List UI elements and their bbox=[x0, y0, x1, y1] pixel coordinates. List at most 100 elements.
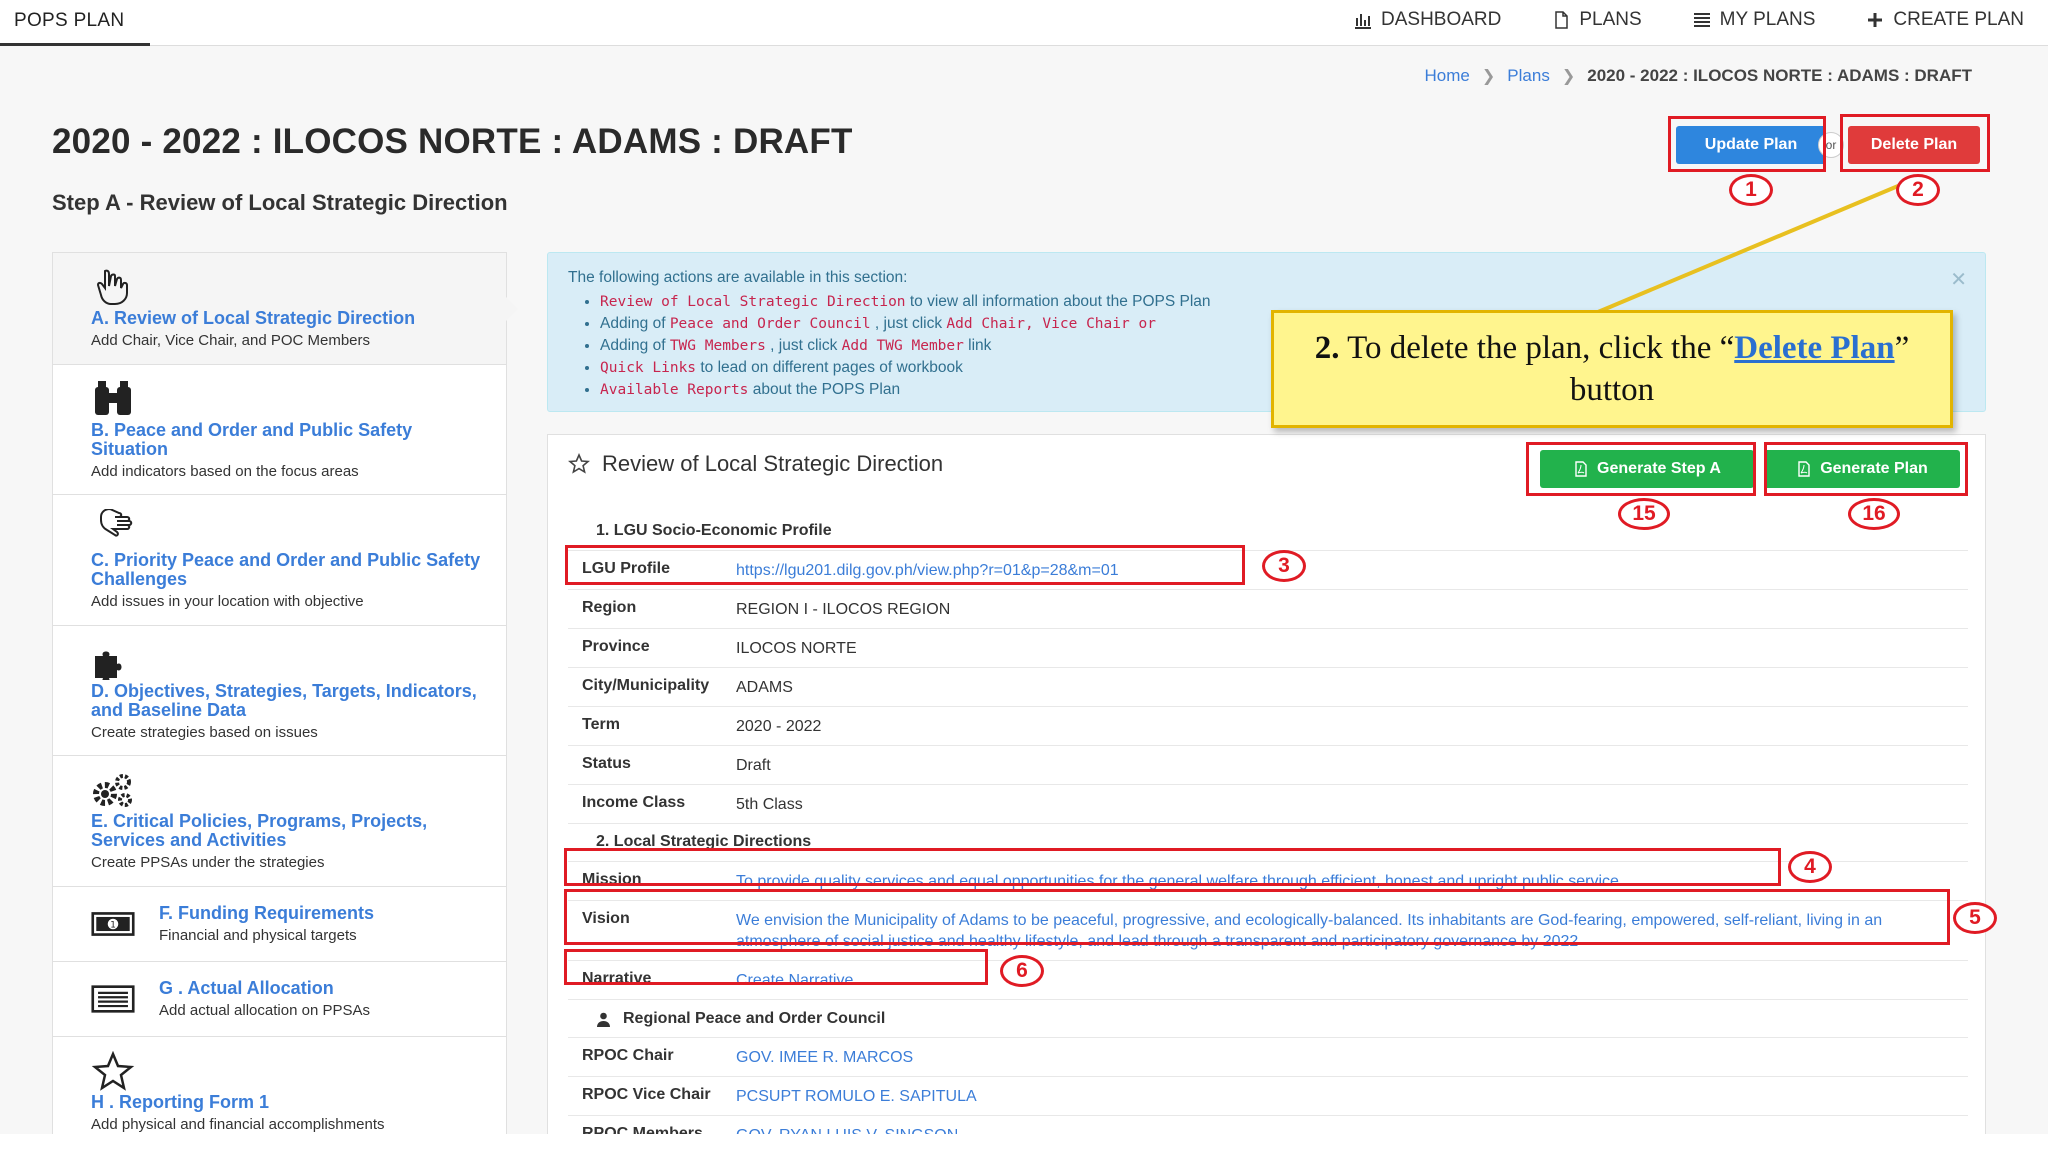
review-panel: Review of Local Strategic Direction 1. L… bbox=[547, 434, 1986, 1134]
row-value-link[interactable]: GOV. RYAN LUIS V. SINGSON bbox=[736, 1125, 1968, 1134]
alert-code: Add TWG Member bbox=[841, 338, 964, 354]
table-row: RPOC Chair GOV. IMEE R. MARCOS bbox=[568, 1038, 1968, 1077]
sidebar-item-step-e[interactable]: E. Critical Policies, Programs, Projects… bbox=[53, 756, 506, 887]
step-title: Step A - Review of Local Strategic Direc… bbox=[52, 190, 508, 215]
table-row: Province ILOCOS NORTE bbox=[568, 629, 1968, 668]
annotation-number: 1 bbox=[1729, 174, 1773, 206]
nav-plans[interactable]: PLANS bbox=[1551, 9, 1642, 31]
sidebar-item-title: B. Peace and Order and Public Safety Sit… bbox=[91, 420, 413, 459]
annotation-number: 15 bbox=[1618, 498, 1670, 530]
row-label: RPOC Vice Chair bbox=[582, 1086, 711, 1103]
annotation-number: 4 bbox=[1788, 851, 1832, 883]
step-sidebar: A. Review of Local Strategic Direction A… bbox=[52, 252, 518, 1134]
annotation-box-lgu-profile bbox=[565, 545, 1245, 585]
row-label: Income Class bbox=[582, 794, 686, 811]
alert-code: Review of Local Strategic Direction bbox=[600, 294, 906, 310]
plus-icon bbox=[1868, 13, 1883, 27]
sidebar-item-subtitle: Add Chair, Vice Chair, and POC Members bbox=[91, 332, 371, 349]
sidebar-item-title: G . Actual Allocation bbox=[159, 978, 334, 998]
page-title: 2020 - 2022 : ILOCOS NORTE : ADAMS : DRA… bbox=[52, 122, 853, 161]
instruction-callout: 2. To delete the plan, click the “Delete… bbox=[1271, 310, 1953, 428]
file-icon bbox=[1555, 11, 1569, 29]
row-value-link[interactable]: GOV. IMEE R. MARCOS bbox=[736, 1047, 1968, 1068]
sidebar-item-text: F. Funding Requirements Financial and ph… bbox=[159, 903, 375, 945]
row-value: REGION I - ILOCOS REGION bbox=[736, 601, 951, 618]
brand-active-indicator bbox=[0, 43, 150, 46]
binoculars-icon bbox=[95, 381, 131, 415]
sidebar-item-step-h[interactable]: H . Reporting Form 1 Add physical and fi… bbox=[53, 1037, 506, 1134]
top-navbar: POPS PLAN DASHBOARD PLANS MY PLANS CREAT… bbox=[0, 0, 2048, 46]
breadcrumb-home[interactable]: Home bbox=[1425, 66, 1470, 86]
alert-code: Peace and Order Council bbox=[669, 316, 871, 332]
close-icon[interactable]: ✕ bbox=[1950, 267, 1967, 292]
alert-text: to view all information about the POPS P… bbox=[905, 293, 1211, 310]
sidebar-item-subtitle: Create PPSAs under the strategies bbox=[91, 854, 325, 871]
alert-code: Quick Links bbox=[600, 360, 697, 376]
sidebar-item-title: C. Priority Peace and Order and Public S… bbox=[91, 550, 481, 589]
sidebar-item-step-f[interactable]: 1 F. Funding Requirements Financial and … bbox=[53, 887, 506, 962]
sidebar-item-subtitle: Add physical and financial accomplishmen… bbox=[91, 1116, 385, 1133]
list-icon bbox=[1693, 13, 1710, 27]
svg-text:1: 1 bbox=[110, 921, 116, 931]
chevron-right-icon: ❯ bbox=[1561, 68, 1576, 85]
table-row: Income Class 5th Class bbox=[568, 785, 1968, 824]
annotation-number: 3 bbox=[1262, 550, 1306, 582]
brand-logo[interactable]: POPS PLAN bbox=[14, 10, 124, 32]
sidebar-item-step-c[interactable]: C. Priority Peace and Order and Public S… bbox=[53, 495, 506, 626]
row-value: 5th Class bbox=[736, 796, 803, 813]
row-value: Draft bbox=[736, 757, 771, 774]
table-row: Region REGION I - ILOCOS REGION bbox=[568, 590, 1968, 629]
hand-paper-icon bbox=[100, 509, 133, 537]
table-row: City/Municipality ADAMS bbox=[568, 668, 1968, 707]
star-icon bbox=[91, 1051, 135, 1091]
panel-title: Review of Local Strategic Direction bbox=[602, 451, 944, 476]
bar-chart-icon bbox=[1355, 14, 1371, 29]
breadcrumb: Home ❯ Plans ❯ 2020 - 2022 : ILOCOS NORT… bbox=[1425, 66, 1972, 86]
annotation-box-delete bbox=[1840, 114, 1990, 172]
alert-code: Available Reports bbox=[600, 382, 749, 398]
sidebar-item-title: F. Funding Requirements bbox=[159, 903, 375, 923]
panel-header: Review of Local Strategic Direction bbox=[568, 451, 943, 477]
alert-text: about the POPS Plan bbox=[748, 381, 901, 398]
alert-text: Adding of bbox=[600, 337, 670, 354]
nav-dashboard-label: DASHBOARD bbox=[1381, 9, 1502, 30]
active-indicator-arrow bbox=[506, 297, 518, 321]
section-header: Regional Peace and Order Council bbox=[568, 1000, 1968, 1038]
money-icon: 1 bbox=[91, 912, 135, 936]
row-label: Region bbox=[582, 599, 637, 616]
nav-links: DASHBOARD PLANS MY PLANS CREATE PLAN bbox=[1353, 9, 2024, 31]
nav-my-plans[interactable]: MY PLANS bbox=[1692, 9, 1816, 31]
breadcrumb-plans[interactable]: Plans bbox=[1507, 66, 1550, 86]
annotation-box-narrative bbox=[564, 949, 988, 985]
row-label: Province bbox=[582, 638, 650, 655]
app-window: POPS PLAN DASHBOARD PLANS MY PLANS CREAT… bbox=[0, 0, 2048, 1134]
row-label: Term bbox=[582, 716, 620, 733]
sidebar-item-step-g[interactable]: G . Actual Allocation Add actual allocat… bbox=[53, 962, 506, 1037]
puzzle-icon bbox=[95, 651, 122, 680]
annotation-number: 5 bbox=[1953, 902, 1997, 934]
alert-text: link bbox=[963, 337, 992, 354]
annotation-box-update bbox=[1668, 116, 1826, 172]
sidebar-item-subtitle: Create strategies based on issues bbox=[91, 724, 318, 741]
list-alt-icon bbox=[91, 985, 135, 1013]
annotation-box-mission bbox=[564, 848, 1781, 886]
breadcrumb-current: 2020 - 2022 : ILOCOS NORTE : ADAMS : DRA… bbox=[1587, 66, 1972, 85]
sidebar-item-subtitle: Financial and physical targets bbox=[159, 927, 357, 944]
nav-create-plan[interactable]: CREATE PLAN bbox=[1865, 9, 2024, 31]
row-value: ILOCOS NORTE bbox=[736, 640, 857, 657]
sidebar-item-step-d[interactable]: D. Objectives, Strategies, Targets, Indi… bbox=[53, 626, 506, 756]
alert-text: Adding of bbox=[600, 315, 670, 332]
alert-code: TWG Members bbox=[669, 338, 766, 354]
nav-my-plans-label: MY PLANS bbox=[1719, 9, 1816, 30]
nav-plans-label: PLANS bbox=[1579, 9, 1642, 30]
nav-dashboard[interactable]: DASHBOARD bbox=[1353, 9, 1501, 31]
nav-create-plan-label: CREATE PLAN bbox=[1893, 9, 2024, 30]
annotation-box-vision bbox=[564, 889, 1950, 945]
star-outline-icon bbox=[568, 453, 590, 474]
sidebar-item-step-b[interactable]: B. Peace and Order and Public Safety Sit… bbox=[53, 365, 506, 495]
row-value-link[interactable]: PCSUPT ROMULO E. SAPITULA bbox=[736, 1086, 1968, 1107]
callout-text-before: To delete the plan, click the “ bbox=[1347, 330, 1735, 366]
user-icon bbox=[597, 1012, 610, 1027]
sidebar-item-step-a[interactable]: A. Review of Local Strategic Direction A… bbox=[53, 253, 518, 365]
callout-number: 2. bbox=[1314, 330, 1340, 366]
